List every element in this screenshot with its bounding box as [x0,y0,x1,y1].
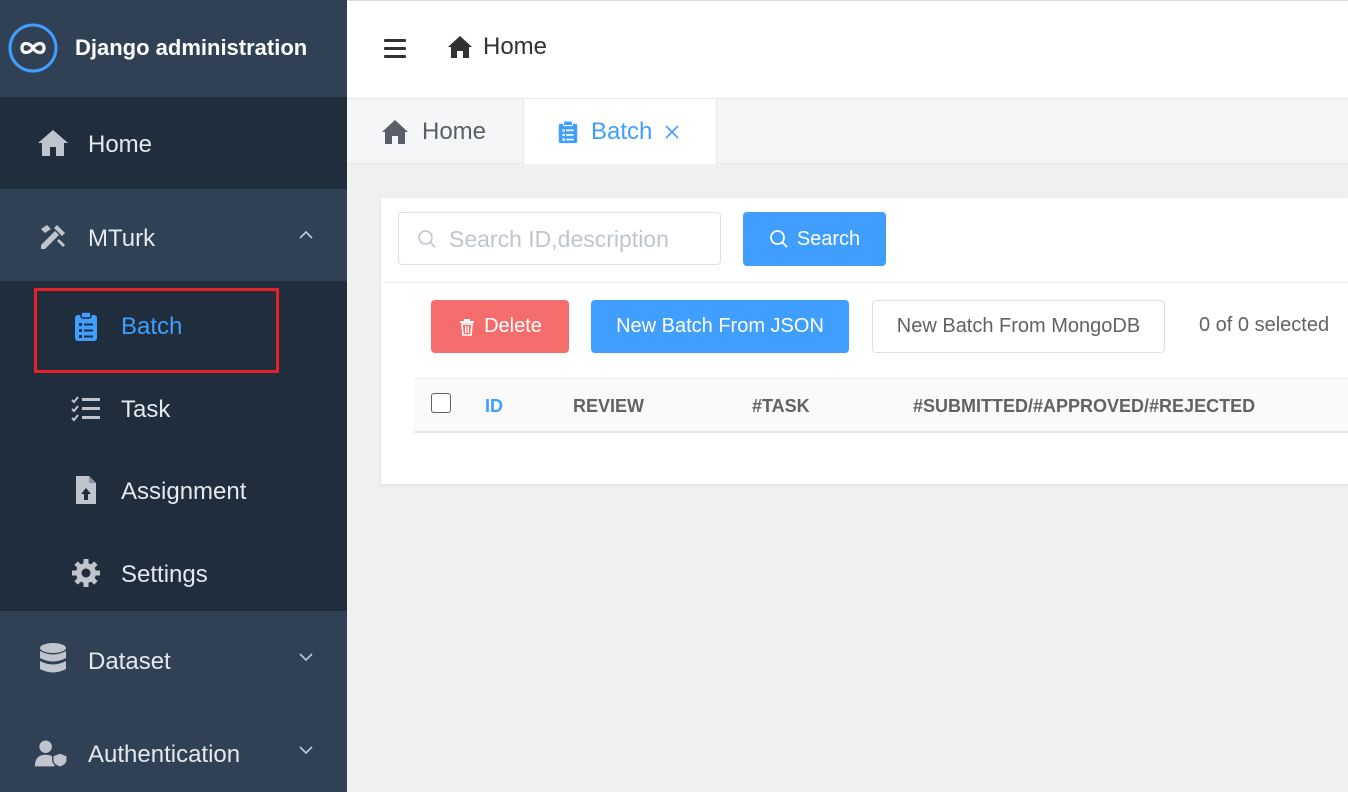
chevron-down-icon [299,746,313,755]
column-header-id[interactable]: ID [485,396,503,417]
new-batch-mongodb-button[interactable]: New Batch From MongoDB [872,300,1165,353]
sidebar-item-label: Home [88,131,153,158]
chevron-down-icon [299,653,313,662]
tab-label: Home [422,117,487,145]
sidebar-item-label: Authentication [88,741,241,768]
sidebar-item-label: Dataset [88,648,171,675]
new-batch-json-button[interactable]: New Batch From JSON [591,300,849,353]
search-button[interactable]: Search [743,212,886,266]
tab-label: Batch [591,117,653,145]
checklist-icon [70,393,102,425]
file-upload-icon [70,474,102,506]
selection-count: 0 of 0 selected [1199,314,1330,336]
breadcrumb[interactable]: Home [447,33,547,61]
table-header: ID REVIEW #TASK #SUBMITTED/#APPROVED/#RE… [414,378,1348,433]
column-header-task: #TASK [752,396,810,416]
trash-icon [460,318,475,336]
tools-icon [36,220,70,254]
column-header-submitted: #SUBMITTED/#APPROVED/#REJECTED [913,396,1256,416]
mturk-submenu: Batch Task Assignment Settings [0,281,347,611]
sidebar-item-home[interactable]: Home [0,97,347,189]
hamburger-menu-icon[interactable] [384,39,406,59]
sidebar-item-batch[interactable]: Batch [0,285,347,368]
sidebar-item-dataset[interactable]: Dataset [0,611,347,708]
search-field[interactable] [398,212,721,265]
sidebar-item-assignment[interactable]: Assignment [0,451,347,534]
delete-button-label: Delete [484,315,542,337]
select-all-checkbox[interactable] [431,393,451,413]
sidebar-item-label: Task [121,396,171,423]
sidebar-item-authentication[interactable]: Authentication [0,708,347,792]
search-icon [418,230,436,248]
sidebar-item-settings[interactable]: Settings [0,534,347,617]
sidebar-item-label: Assignment [121,478,247,505]
home-icon [36,126,70,160]
sidebar-item-label: Settings [121,561,208,588]
batch-list-card: Search Delete New Batch From JSON New Ba… [381,198,1348,484]
search-button-label: Search [796,227,861,250]
tab-bar: Home Batch [347,99,1348,164]
home-icon [382,119,408,144]
new-batch-mongodb-label: New Batch From MongoDB [896,315,1141,337]
user-shield-icon [34,736,68,770]
column-header-review: REVIEW [573,396,645,416]
logo-icon [8,23,58,73]
tab-batch[interactable]: Batch [523,99,717,164]
search-icon [769,230,788,248]
brand-header: Django administration [0,0,347,97]
search-input[interactable] [449,221,709,257]
divider [381,282,1348,283]
database-icon [36,642,70,676]
clipboard-icon [558,119,578,143]
gear-icon [70,557,102,589]
sidebar-item-label: Batch [121,313,183,340]
tab-home[interactable]: Home [347,99,523,164]
app-title: Django administration [75,35,308,60]
chevron-up-icon [299,230,313,239]
breadcrumb-home[interactable]: Home [483,33,547,61]
delete-button[interactable]: Delete [431,300,569,353]
clipboard-icon [70,310,102,342]
sidebar: Django administration Home MTurk Batch T… [0,0,347,792]
home-icon [448,36,472,58]
sidebar-item-mturk[interactable]: MTurk [0,189,347,281]
top-navbar: Home [347,0,1348,99]
sidebar-item-label: MTurk [88,225,156,252]
new-batch-json-label: New Batch From JSON [616,315,824,337]
close-icon[interactable] [663,123,681,141]
sidebar-item-task[interactable]: Task [0,368,347,451]
